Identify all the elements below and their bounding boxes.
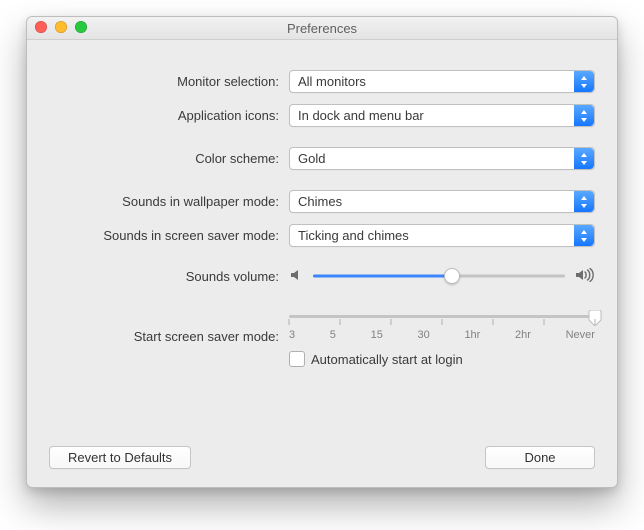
color-scheme-select[interactable]: Gold xyxy=(289,147,595,170)
titlebar[interactable]: Preferences xyxy=(27,17,617,40)
close-icon[interactable] xyxy=(35,21,47,33)
monitor-selection-label: Monitor selection: xyxy=(49,74,289,89)
sounds-screensaver-label: Sounds in screen saver mode: xyxy=(49,228,289,243)
sounds-screensaver-value: Ticking and chimes xyxy=(298,228,409,243)
slider-tick-label: 3 xyxy=(289,329,295,341)
application-icons-label: Application icons: xyxy=(49,108,289,123)
color-scheme-label: Color scheme: xyxy=(49,151,289,166)
chevron-updown-icon xyxy=(574,71,594,92)
window-title: Preferences xyxy=(287,21,357,36)
chevron-updown-icon xyxy=(574,191,594,212)
sounds-volume-slider[interactable] xyxy=(313,267,565,285)
application-icons-value: In dock and menu bar xyxy=(298,108,424,123)
autostart-login-label: Automatically start at login xyxy=(311,352,463,367)
sounds-volume-label: Sounds volume: xyxy=(49,269,289,284)
application-icons-select[interactable]: In dock and menu bar xyxy=(289,104,595,127)
slider-knob[interactable] xyxy=(444,268,460,284)
sounds-wallpaper-value: Chimes xyxy=(298,194,342,209)
minimize-icon[interactable] xyxy=(55,21,67,33)
slider-tick-label: 1hr xyxy=(464,329,480,341)
monitor-selection-select[interactable]: All monitors xyxy=(289,70,595,93)
volume-mute-icon xyxy=(289,268,303,285)
chevron-updown-icon xyxy=(574,148,594,169)
sounds-screensaver-select[interactable]: Ticking and chimes xyxy=(289,224,595,247)
autostart-login-checkbox[interactable] xyxy=(289,351,305,367)
slider-tick-label: 30 xyxy=(418,329,430,341)
slider-tick-label: Never xyxy=(566,329,595,341)
start-screensaver-slider[interactable]: 3 5 15 30 1hr 2hr Never xyxy=(289,305,595,341)
start-screensaver-label: Start screen saver mode: xyxy=(49,329,289,344)
zoom-icon[interactable] xyxy=(75,21,87,33)
chevron-updown-icon xyxy=(574,105,594,126)
slider-tick-label: 15 xyxy=(371,329,383,341)
sounds-wallpaper-select[interactable]: Chimes xyxy=(289,190,595,213)
monitor-selection-value: All monitors xyxy=(298,74,366,89)
slider-tick-label: 2hr xyxy=(515,329,531,341)
sounds-wallpaper-label: Sounds in wallpaper mode: xyxy=(49,194,289,209)
revert-to-defaults-button[interactable]: Revert to Defaults xyxy=(49,446,191,469)
preferences-window: Preferences Monitor selection: All monit… xyxy=(26,16,618,488)
done-button[interactable]: Done xyxy=(485,446,595,469)
color-scheme-value: Gold xyxy=(298,151,325,166)
volume-loud-icon xyxy=(575,268,595,285)
chevron-updown-icon xyxy=(574,225,594,246)
slider-tick-label: 5 xyxy=(330,329,336,341)
